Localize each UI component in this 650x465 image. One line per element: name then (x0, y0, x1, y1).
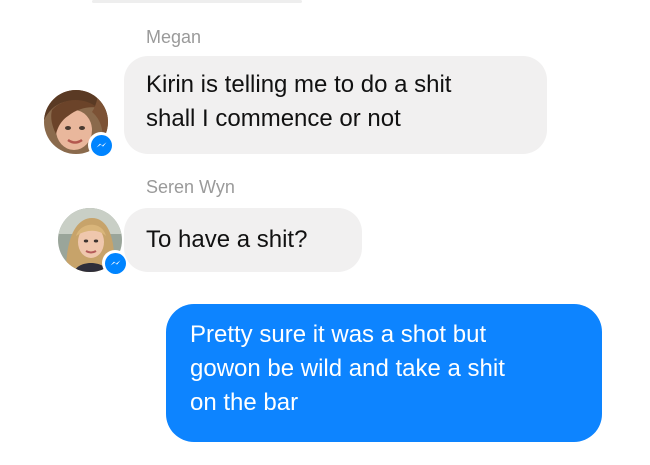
message-text-line: Kirin is telling me to do a shit (146, 71, 452, 98)
messenger-badge-megan (88, 132, 114, 158)
message-text-line: shall I commence or not (146, 105, 401, 132)
sender-name-megan: Megan (146, 27, 202, 47)
message-bubble-seren-wyn[interactable]: To have a shit? (124, 208, 362, 272)
message-bubble-megan[interactable]: Kirin is telling me to do a shit shall I… (124, 56, 547, 154)
messenger-bolt-icon (104, 252, 126, 274)
message-text-line: on the bar (190, 389, 299, 416)
message-bubble-outgoing[interactable]: Pretty sure it was a shot but gowon be w… (166, 304, 602, 442)
sender-name-seren-wyn: Seren Wyn (146, 177, 235, 197)
avatar-seren-wyn[interactable] (58, 208, 128, 276)
message-text-line: gowon be wild and take a shit (190, 355, 505, 382)
message-text-line: To have a shit? (146, 226, 308, 253)
previous-message-edge (92, 0, 302, 3)
messenger-bolt-icon (90, 134, 112, 156)
message-text-line: Pretty sure it was a shot but (190, 321, 487, 348)
avatar-megan[interactable] (44, 90, 114, 158)
